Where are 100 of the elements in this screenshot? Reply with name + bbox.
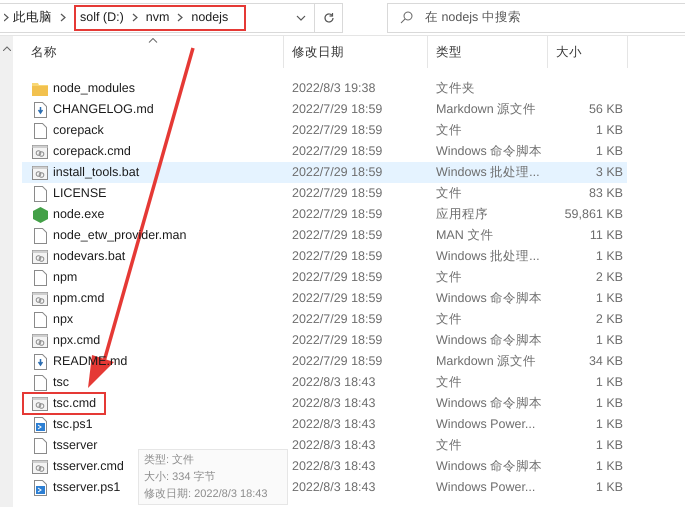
script-icon	[32, 166, 48, 180]
modified-date: 2022/8/3 18:43	[291, 374, 376, 392]
file-type: Windows 批处理...	[435, 164, 541, 182]
modified-date: 2022/8/3 18:43	[291, 416, 376, 434]
chevron-right-icon	[132, 13, 138, 22]
file-name: node.exe	[53, 206, 104, 224]
search-field[interactable]: 在 nodejs 中搜索	[425, 8, 685, 27]
file-size: 1 KB	[594, 458, 624, 476]
chevron-right-icon	[4, 13, 9, 22]
modified-date: 2022/8/3 19:38	[291, 80, 376, 98]
document-icon	[34, 354, 46, 370]
modified-date: 2022/8/3 18:43	[291, 437, 376, 454]
modified-date: 2022/7/29 18:59	[291, 227, 384, 244]
search-box[interactable]: 在 nodejs 中搜索	[387, 2, 685, 32]
modified-date: 2022/7/29 18:59	[291, 143, 384, 160]
file-name: corepack	[53, 122, 104, 140]
file-type: 文件	[435, 122, 463, 140]
file-type: 文件	[435, 311, 463, 328]
tooltip-text: 大小: 334 字节	[144, 470, 217, 485]
modified-date: 2022/7/29 18:59	[291, 311, 384, 328]
modified-date: 2022/8/3 18:43	[291, 479, 376, 496]
modified-date: 2022/7/29 18:59	[291, 206, 384, 224]
file-size: 1 KB	[594, 332, 624, 350]
file-icon	[34, 186, 46, 202]
powershell-icon	[34, 416, 46, 432]
file-name: npm	[53, 269, 78, 286]
document-icon	[34, 102, 46, 118]
tooltip-text: 类型: 文件	[144, 452, 196, 468]
file-type: Markdown 源文件	[435, 101, 538, 118]
file-name: tsc.ps1	[53, 416, 93, 434]
file-size: 11 KB	[588, 227, 624, 244]
breadcrumb-item[interactable]: solf (D:)	[80, 8, 124, 27]
file-icon	[34, 270, 46, 286]
file-size: 1 KB	[594, 374, 624, 392]
file-size: 1 KB	[594, 437, 624, 454]
file-size: 1 KB	[594, 416, 624, 434]
file-size: 1 KB	[594, 122, 624, 140]
file-size: 1 KB	[594, 248, 624, 266]
file-name: tsc.cmd	[53, 395, 96, 412]
column-header[interactable]: 类型	[428, 36, 548, 68]
file-size: 56 KB	[588, 101, 624, 118]
breadcrumb-item[interactable]: nodejs	[191, 8, 228, 27]
breadcrumb-item[interactable]: nvm	[146, 8, 170, 27]
script-icon	[32, 460, 48, 474]
sort-ascending-icon	[148, 38, 157, 43]
file-size: 2 KB	[594, 311, 624, 328]
file-type: 文件	[435, 185, 463, 202]
file-icon	[34, 374, 46, 390]
file-type: Windows 命令脚本	[435, 332, 544, 350]
script-icon	[32, 396, 48, 410]
scroll-up-icon	[2, 46, 10, 51]
file-icon	[34, 312, 46, 328]
file-type: Markdown 源文件	[435, 353, 538, 370]
file-name: npx.cmd	[53, 332, 100, 350]
file-icon	[34, 438, 46, 454]
file-icon	[34, 228, 46, 244]
file-name: nodevars.bat	[53, 248, 126, 266]
chevron-right-icon	[177, 13, 184, 22]
script-icon	[32, 250, 48, 264]
column-header[interactable]: 名称	[22, 36, 284, 68]
file-name: tsserver.ps1	[53, 479, 120, 496]
dropdown-icon[interactable]	[296, 14, 306, 20]
file-name: node_modules	[53, 80, 136, 98]
file-type: 文件	[435, 269, 463, 286]
file-type: Windows Power...	[435, 479, 536, 496]
modified-date: 2022/8/3 18:43	[291, 395, 376, 412]
file-size: 2 KB	[594, 269, 624, 286]
modified-date: 2022/7/29 18:59	[291, 101, 384, 118]
file-name: tsc	[53, 374, 69, 392]
modified-date: 2022/7/29 18:59	[291, 122, 384, 140]
file-type: 文件夹	[435, 80, 476, 98]
tooltip-text: 修改日期: 2022/8/3 18:43	[144, 487, 269, 502]
file-type: Windows 命令脚本	[435, 458, 544, 476]
refresh-icon	[322, 12, 334, 24]
column-header[interactable]: 修改日期	[284, 36, 428, 68]
file-name: install_tools.bat	[53, 164, 140, 182]
modified-date: 2022/7/29 18:59	[291, 164, 384, 182]
file-name: corepack.cmd	[53, 143, 131, 160]
script-icon	[32, 144, 48, 158]
file-name: CHANGELOG.md	[53, 101, 154, 118]
hexagon-icon	[32, 206, 48, 222]
highlighted-row[interactable]: install_tools.bat 2022/7/29 18:59 Windows 批处理... 3 KB	[22, 162, 627, 183]
breadcrumb-item[interactable]: 此电脑	[13, 8, 52, 27]
modified-date: 2022/7/29 18:59	[291, 269, 384, 286]
file-icon	[34, 122, 46, 138]
file-name: tsserver.cmd	[53, 458, 124, 476]
modified-date: 2022/7/29 18:59	[291, 290, 384, 308]
file-size: 3 KB	[594, 164, 624, 182]
file-type: 文件	[435, 374, 463, 392]
file-size: 1 KB	[594, 143, 624, 160]
file-type: Windows 命令脚本	[435, 143, 544, 160]
column-header[interactable]: 大小	[548, 36, 628, 68]
file-size: 59,861 KB	[564, 206, 624, 224]
file-name: LICENSE	[53, 185, 106, 202]
powershell-icon	[34, 480, 46, 496]
file-size: 34 KB	[588, 353, 624, 370]
file-name: tsserver	[53, 437, 98, 454]
modified-date: 2022/7/29 18:59	[291, 248, 384, 266]
file-type: Windows 命令脚本	[435, 395, 544, 412]
scrollbar[interactable]	[0, 36, 13, 507]
